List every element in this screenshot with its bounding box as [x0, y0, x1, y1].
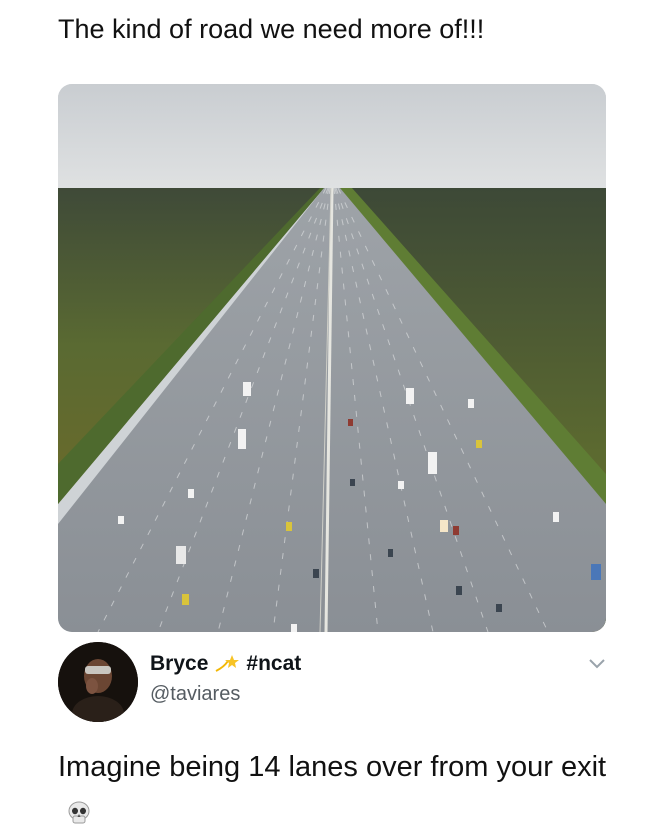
dizzy-star-emoji-icon: [214, 653, 240, 675]
post-caption: The kind of road we need more of!!!: [58, 14, 485, 44]
chevron-down-icon[interactable]: [588, 656, 606, 670]
skull-icon: [66, 794, 92, 840]
highway-image: [58, 84, 606, 632]
name-row: Bryce #ncat: [150, 652, 301, 676]
avatar-image: [58, 642, 138, 722]
highway-photo[interactable]: [58, 84, 606, 632]
display-name[interactable]: Bryce: [150, 652, 208, 676]
tweet-body: Imagine being 14 lanes over from your ex…: [58, 744, 618, 840]
avatar[interactable]: [58, 642, 138, 722]
tweet-header: Bryce #ncat @taviares: [58, 640, 606, 724]
tweet-text: Imagine being 14 lanes over from your ex…: [58, 751, 607, 783]
user-handle[interactable]: @taviares: [150, 683, 240, 706]
hashtag[interactable]: #ncat: [246, 652, 301, 676]
